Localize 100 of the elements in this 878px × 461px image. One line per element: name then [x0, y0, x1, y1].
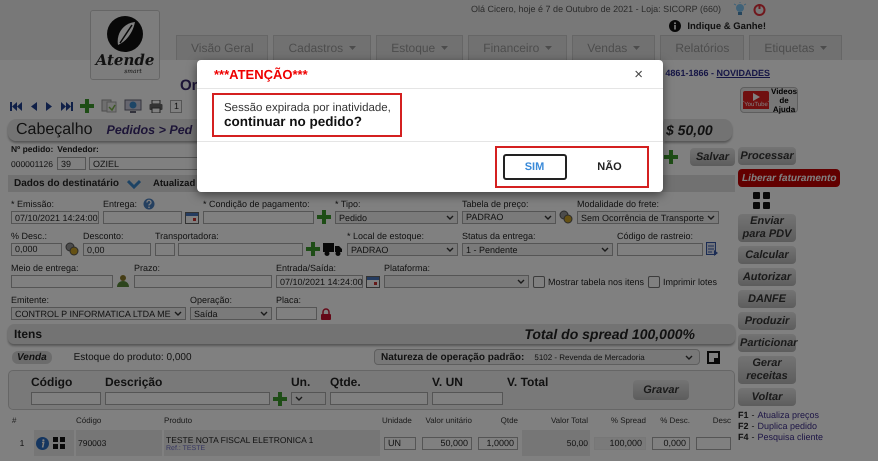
select-field[interactable]	[384, 275, 529, 288]
column-header: Unidade	[382, 416, 413, 427]
text-field[interactable]: 0,00	[83, 243, 151, 256]
seller-code-field[interactable]: 39	[57, 157, 86, 170]
text-field[interactable]	[11, 274, 113, 288]
truck-icon[interactable]	[323, 242, 343, 256]
field-label: Operação:	[190, 295, 232, 305]
help-icon[interactable]	[143, 198, 156, 210]
section-tab[interactable]: Atualizad	[153, 178, 196, 189]
plus-icon[interactable]	[317, 210, 331, 224]
select-field[interactable]: PADRAO	[347, 243, 458, 256]
text-field[interactable]	[134, 275, 272, 288]
select-field[interactable]	[291, 392, 326, 405]
first-page-icon[interactable]	[10, 102, 23, 110]
save-item-button[interactable]: Gravar	[633, 380, 689, 400]
product-name: TESTE NOTA FISCAL ELETRONICA 1	[166, 434, 314, 444]
gear-icon[interactable]	[65, 242, 79, 256]
power-icon[interactable]	[753, 2, 766, 16]
text-field[interactable]	[105, 392, 270, 405]
info-icon[interactable]	[36, 436, 49, 450]
text-field[interactable]: 0,000	[11, 242, 62, 256]
text-field[interactable]	[178, 242, 303, 256]
printer-icon[interactable]	[149, 100, 163, 112]
unit-field[interactable]: UN	[384, 436, 416, 450]
quantity-field[interactable]: 1,0000	[478, 436, 518, 450]
action-button[interactable]: Voltar	[738, 388, 796, 406]
text-field[interactable]	[155, 242, 175, 256]
select-field[interactable]: CONTROL P INFORMATICA LTDA ME	[11, 307, 186, 320]
select-field[interactable]: PADRAO	[462, 210, 556, 224]
text-field[interactable]: 07/10/2021 14:24:00	[276, 275, 363, 288]
save-button[interactable]: Salvar	[690, 148, 735, 166]
dialog-title: ***ATENÇÃO***	[214, 66, 308, 82]
text-field[interactable]	[276, 307, 317, 320]
lightbulb-icon[interactable]	[733, 2, 747, 16]
spread-field[interactable]: 100,000	[594, 436, 646, 450]
select-field[interactable]: Saída	[190, 307, 272, 320]
select-field[interactable]: Pedido	[335, 211, 458, 224]
copy-icon[interactable]	[101, 99, 117, 113]
dialog-button[interactable]: NÃO	[578, 154, 642, 180]
plus-icon[interactable]	[80, 99, 94, 113]
close-button[interactable]: ×	[632, 66, 645, 82]
column-header: #	[12, 416, 18, 427]
action-button[interactable]: Gerar receitas	[738, 356, 796, 384]
action-button[interactable]: Produzir	[738, 312, 796, 330]
text-field[interactable]	[696, 436, 731, 450]
shortcut-link[interactable]: Pesquisa cliente	[758, 432, 824, 443]
table-cell-text: 1	[18, 437, 26, 450]
gear-icon[interactable]	[559, 210, 573, 224]
action-button[interactable]: Processar	[738, 147, 796, 165]
document-icon[interactable]	[706, 242, 718, 256]
select-field[interactable]: 1 - Pendente	[462, 243, 613, 256]
next-icon[interactable]	[45, 102, 53, 110]
order-number: 000001126	[11, 158, 54, 168]
last-page-icon[interactable]	[60, 102, 73, 110]
text-field[interactable]	[432, 392, 503, 405]
select-field[interactable]: Sem Ocorrência de Transporte	[577, 211, 719, 224]
plus-icon[interactable]	[664, 150, 678, 164]
calendar-icon[interactable]	[366, 276, 380, 288]
plus-icon[interactable]	[306, 242, 320, 256]
news-link[interactable]: NOVIDADES	[716, 68, 770, 78]
person-icon[interactable]	[116, 274, 130, 288]
monitor-icon[interactable]	[124, 98, 142, 114]
shortcut-link[interactable]: Duplica pedido	[758, 421, 818, 432]
shortcut-link[interactable]: Atualiza preços	[758, 410, 820, 421]
field-label: Tabela de preço:	[462, 199, 529, 209]
lock-icon[interactable]	[320, 308, 332, 320]
discount-field[interactable]: 0,000	[652, 436, 690, 450]
text-field[interactable]	[31, 392, 101, 405]
checkbox[interactable]	[533, 276, 545, 288]
text-field[interactable]	[617, 242, 703, 256]
calendar-icon[interactable]	[185, 212, 199, 224]
referral-link[interactable]: Indique & Ganhe!	[687, 20, 766, 32]
plus-icon[interactable]	[273, 392, 287, 406]
action-button[interactable]: DANFE	[738, 290, 796, 308]
action-button[interactable]: Calcular	[738, 246, 796, 264]
field-label: * Condição de pagamento:	[203, 199, 310, 209]
action-button[interactable]: Liberar faturamento	[738, 169, 840, 187]
text-field[interactable]: 07/10/2021 14:24:00	[11, 211, 99, 224]
page-field[interactable]: 1	[170, 100, 182, 112]
action-button[interactable]: Enviar para PDV	[738, 214, 796, 242]
text-field[interactable]	[103, 211, 182, 224]
text-field[interactable]	[330, 392, 428, 405]
grid-icon[interactable]	[53, 437, 65, 449]
text-field[interactable]	[203, 210, 314, 224]
window-icon[interactable]	[707, 350, 720, 364]
field-label: Meio de entrega:	[11, 263, 79, 273]
caret-icon	[707, 215, 715, 220]
grid-icon[interactable]	[753, 192, 770, 209]
expand-icon[interactable]	[127, 178, 142, 188]
column-header: Produto	[164, 416, 194, 427]
dialog-button[interactable]: SIM	[502, 154, 566, 180]
column-header: Desc	[712, 416, 732, 427]
unit-price-field[interactable]: 50,000	[422, 436, 472, 450]
action-button[interactable]: Autorizar	[738, 268, 796, 286]
logo-wordmark: Atende	[96, 53, 154, 68]
checkbox[interactable]	[648, 276, 660, 288]
previous-icon[interactable]	[30, 102, 38, 110]
shortcut-key: F4	[738, 432, 749, 443]
select-field[interactable]: 5102 - Revenda de Mercadoria	[534, 352, 693, 362]
action-button[interactable]: Particionar	[738, 334, 796, 352]
